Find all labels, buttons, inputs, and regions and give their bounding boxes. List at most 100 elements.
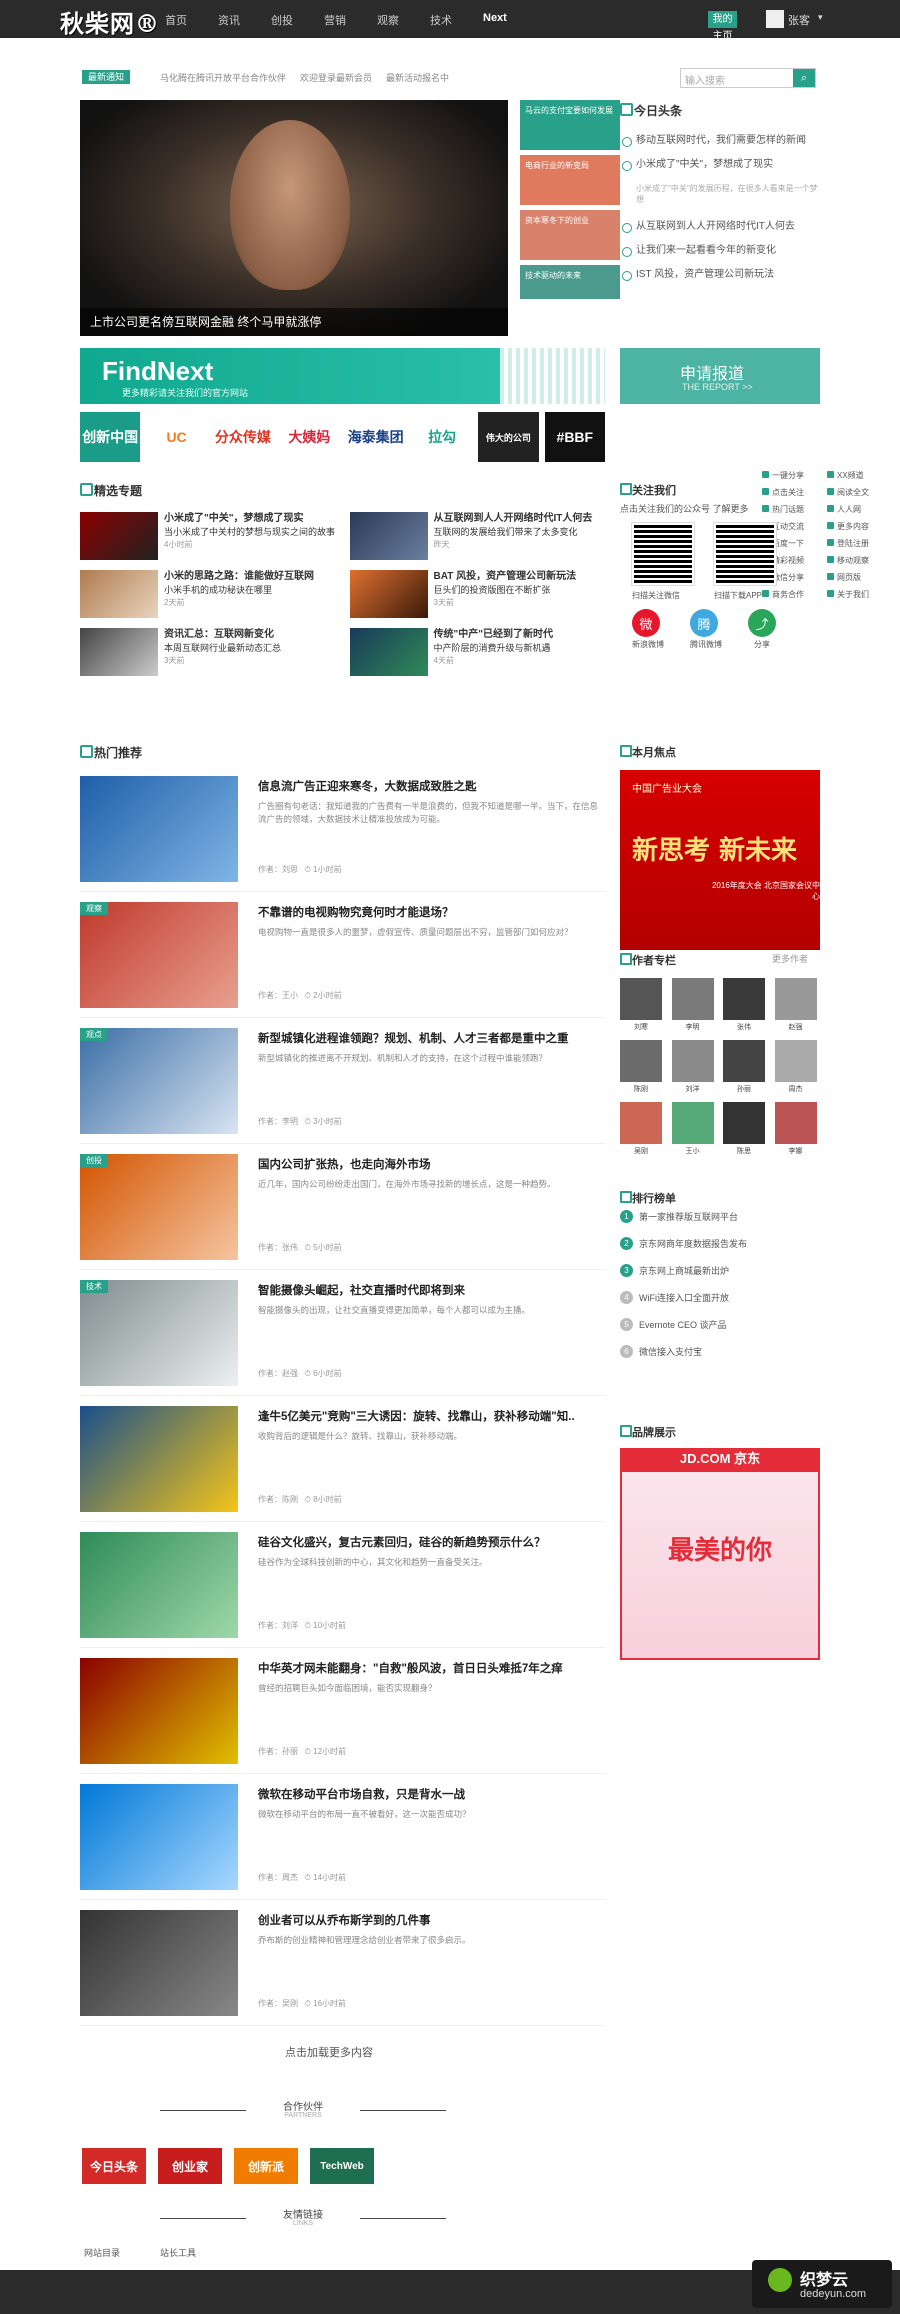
rank-item[interactable]: 2 京东网商年度数据报告发布: [620, 1237, 820, 1264]
article-title[interactable]: 微软在移动平台市场自救，只是背水一战: [258, 1786, 598, 1802]
avatar[interactable]: [766, 10, 784, 28]
user-name[interactable]: 张客: [788, 12, 810, 28]
featured-item[interactable]: 从互联网到人人开网络时代IT人何去 互联网的发展给我们带来了太多变化 昨天: [349, 512, 606, 560]
search-input[interactable]: 输入搜索: [685, 72, 725, 87]
hero-slide[interactable]: 上市公司更名傍互联网金融 终个马甲就涨停: [80, 100, 508, 336]
partner-logo[interactable]: 伟大的公司: [478, 412, 539, 462]
jd-ad[interactable]: JD.COM 京东 最美的你: [620, 1448, 820, 1660]
author-avatar[interactable]: [620, 1040, 662, 1082]
partner-logo[interactable]: 今日头条: [82, 2148, 146, 2184]
author-card[interactable]: 刘寒: [620, 978, 666, 1032]
hero-caption[interactable]: 上市公司更名傍互联网金融 终个马甲就涨停: [80, 308, 508, 336]
article-item[interactable]: 中华英才网未能翻身："自救"般风波，首日日头难抵7年之痒 曾经的招聘巨头如今面临困…: [80, 1650, 605, 1774]
side-link[interactable]: 一键分享: [762, 470, 827, 481]
weibo-icon[interactable]: 微: [632, 609, 660, 637]
article-title[interactable]: 不靠谱的电视购物究竟何时才能退场？: [258, 904, 598, 920]
list-item[interactable]: 让我们来一起看看今年的新变化: [620, 245, 820, 269]
side-link[interactable]: 登陆注册: [827, 538, 892, 549]
partner-logo[interactable]: 大姨妈: [279, 412, 339, 462]
partner-logo[interactable]: UC: [146, 412, 206, 462]
announce-item[interactable]: 欢迎登录最新会员: [300, 71, 372, 84]
article-image[interactable]: [80, 1658, 238, 1764]
author-card[interactable]: 李明: [671, 978, 718, 1032]
side-link[interactable]: 阅读全文: [827, 487, 892, 498]
partner-logo[interactable]: 分众传媒: [213, 412, 273, 462]
featured-item[interactable]: 小米的思路之路：谁能做好互联网 小米手机的成功秘诀在哪里 2天前: [80, 570, 336, 618]
nav-marketing[interactable]: 营销: [324, 0, 377, 40]
side-link[interactable]: 点击关注: [762, 487, 827, 498]
article-item[interactable]: 硅谷文化盛兴，复古元素回归，硅谷的新趋势预示什么？ 硅谷作为全球科技创新的中心，其…: [80, 1524, 605, 1648]
search-icon[interactable]: ⌕: [793, 69, 815, 87]
side-link[interactable]: 更多内容: [827, 521, 892, 532]
article-item[interactable]: 逢牛5亿美元"竞购"三大诱因：旋转、找靠山，获补移动端"知.. 收购背后的逻辑是什…: [80, 1398, 605, 1522]
article-image[interactable]: [80, 1028, 238, 1134]
rank-item[interactable]: 6 微信接入支付宝: [620, 1345, 820, 1372]
article-image[interactable]: [80, 1406, 238, 1512]
author-card[interactable]: 陈刚: [620, 1040, 666, 1094]
report-banner[interactable]: 申请报道 THE REPORT >>: [620, 348, 820, 404]
findnext-banner[interactable]: FindNext 更多精彩请关注我们的官方网站: [80, 348, 605, 404]
partner-logo[interactable]: 海泰集团: [346, 412, 406, 462]
article-author[interactable]: 作者：李明: [258, 1117, 298, 1126]
author-card[interactable]: 张伟: [723, 978, 769, 1032]
partner-logo[interactable]: 创新中国: [80, 412, 141, 462]
author-avatar[interactable]: [723, 1102, 765, 1144]
author-card[interactable]: 李娜: [774, 1102, 821, 1156]
authors-more-link[interactable]: 更多作者: [772, 952, 808, 965]
article-author[interactable]: 作者：刘思: [258, 865, 298, 874]
partner-logo[interactable]: 创新派: [234, 2148, 298, 2184]
site-logo[interactable]: 秋柴网®: [60, 4, 160, 39]
rank-title[interactable]: 第一家推荐版互联网平台: [639, 1210, 738, 1237]
author-card[interactable]: 孙丽: [723, 1040, 769, 1094]
article-author[interactable]: 作者：陈刚: [258, 1495, 298, 1504]
partner-logo[interactable]: 创业家: [158, 2148, 222, 2184]
article-title[interactable]: 创业者可以从乔布斯学到的几件事: [258, 1912, 598, 1928]
article-title[interactable]: 硅谷文化盛兴，复古元素回归，硅谷的新趋势预示什么？: [258, 1534, 598, 1550]
rank-title[interactable]: WiFi连接入口全面开放: [639, 1291, 729, 1318]
share-icon[interactable]: ⤴: [748, 609, 776, 637]
friend-link[interactable]: 站长工具: [160, 2246, 196, 2259]
article-item[interactable]: 信息流广告正迎来寒冬，大数据成致胜之匙 广告圈有句老话：我知道我的广告费有一半是浪…: [80, 768, 605, 892]
article-item[interactable]: 技术 智能摄像头崛起，社交直播时代即将到来 智能摄像头的出现，让社交直播变得更加简单…: [80, 1272, 605, 1396]
side-ad[interactable]: 中国广告业大会 新思考 新未来 2016年度大会 北京国家会议中心: [620, 770, 820, 950]
hero-tile[interactable]: 资本寒冬下的创业: [520, 210, 620, 260]
author-avatar[interactable]: [774, 1040, 817, 1082]
author-card[interactable]: 吴刚: [620, 1102, 666, 1156]
article-item[interactable]: 微软在移动平台市场自救，只是背水一战 微软在移动平台的布局一直不被看好，这一次能否…: [80, 1776, 605, 1900]
article-image[interactable]: [80, 1910, 238, 2016]
article-author[interactable]: 作者：孙丽: [258, 1747, 298, 1756]
list-item[interactable]: 小米成了"中关"，梦想成了现实: [620, 159, 820, 183]
article-image[interactable]: [80, 902, 238, 1008]
nav-next[interactable]: Next: [483, 0, 536, 40]
nav-tech[interactable]: 技术: [430, 0, 483, 40]
nav-invest[interactable]: 创投: [271, 0, 324, 40]
article-item[interactable]: 观察 不靠谱的电视购物究竟何时才能退场？ 电视购物一直是很多人的噩梦，虚假宣传、质量…: [80, 894, 605, 1018]
hero-tile[interactable]: 技术驱动的未来: [520, 265, 620, 299]
article-image[interactable]: [80, 1784, 238, 1890]
rank-item[interactable]: 5 Evernote CEO 谈产品: [620, 1318, 820, 1345]
author-avatar[interactable]: [723, 978, 765, 1020]
nav-home[interactable]: 首页: [165, 0, 218, 40]
author-card[interactable]: 王小: [671, 1102, 718, 1156]
chevron-down-icon[interactable]: ▾: [818, 12, 823, 23]
rank-item[interactable]: 1 第一家推荐版互联网平台: [620, 1210, 820, 1237]
featured-item[interactable]: 传统"中产"已经到了新时代 中产阶层的消费升级与新机遇 4天前: [349, 628, 606, 676]
article-item[interactable]: 创投 国内公司扩张热，也走向海外市场 近几年，国内公司纷纷走出国门，在海外市场寻找新…: [80, 1146, 605, 1270]
partner-logo[interactable]: TechWeb: [310, 2148, 374, 2184]
rank-title[interactable]: 京东网上商城最新出炉: [639, 1264, 729, 1291]
author-avatar[interactable]: [671, 1040, 714, 1082]
author-avatar[interactable]: [774, 978, 817, 1020]
author-avatar[interactable]: [671, 1102, 714, 1144]
partner-logo[interactable]: 拉勾: [412, 412, 472, 462]
article-image[interactable]: [80, 1532, 238, 1638]
article-title[interactable]: 信息流广告正迎来寒冬，大数据成致胜之匙: [258, 778, 598, 794]
article-author[interactable]: 作者：周杰: [258, 1873, 298, 1882]
side-link[interactable]: 网页版: [827, 572, 892, 583]
list-item[interactable]: 从互联网到人人开网络时代IT人何去: [620, 221, 820, 245]
rank-title[interactable]: Evernote CEO 谈产品: [639, 1318, 727, 1345]
home-button[interactable]: 我的主页: [708, 11, 737, 42]
tencent-icon[interactable]: 腾: [690, 609, 718, 637]
rank-title[interactable]: 微信接入支付宝: [639, 1345, 702, 1372]
featured-item[interactable]: 资讯汇总：互联网新变化 本周互联网行业最新动态汇总 3天前: [80, 628, 336, 676]
author-card[interactable]: 周杰: [774, 1040, 821, 1094]
